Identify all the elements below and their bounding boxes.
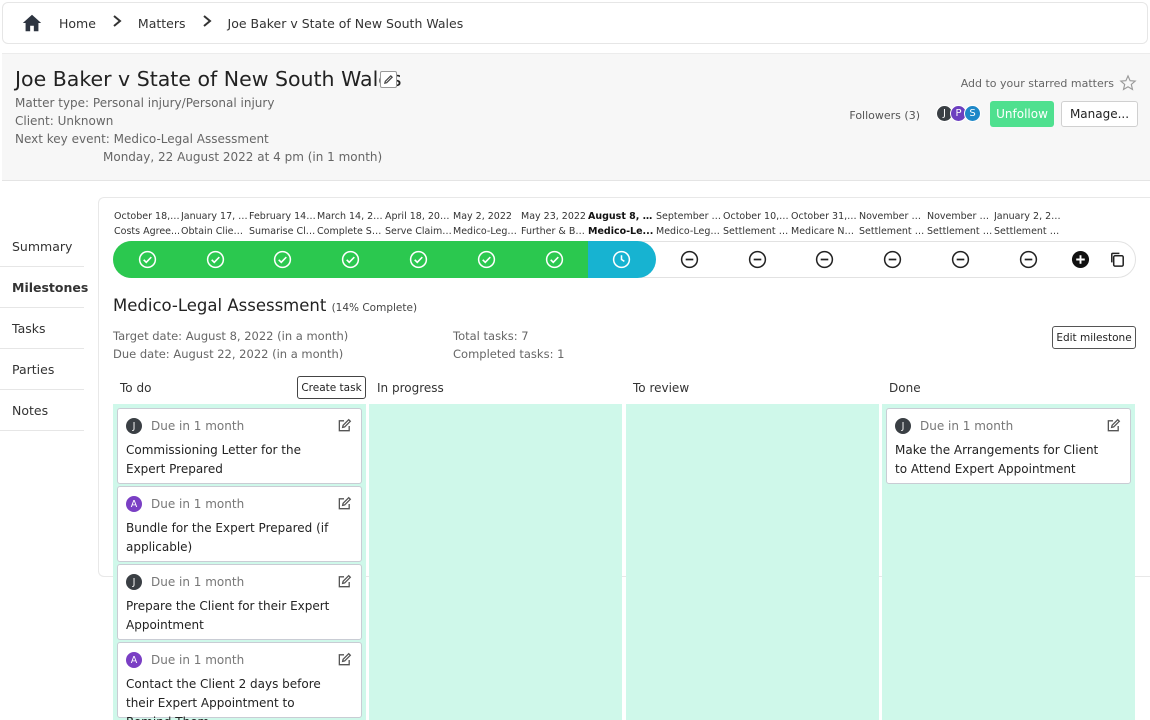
chevron-right-icon [202,15,212,31]
breadcrumb-current: Joe Baker v State of New South Wales [227,15,464,31]
due-label: Due in 1 month [920,419,1014,433]
milestone-label[interactable]: May 23, 2022 Further & Be... [521,210,588,239]
edit-icon[interactable] [337,652,352,667]
column-done-header: Done [889,381,921,395]
milestone-title: Medico-Legal Assessment (14% Complete) [113,296,418,315]
check-circle-icon[interactable] [273,250,292,269]
edit-title-icon[interactable] [380,71,397,88]
minus-circle-icon[interactable] [951,250,970,269]
column-to-review [626,404,879,720]
minus-circle-icon[interactable] [748,250,767,269]
avatar: J [126,418,142,434]
task-title: Commissioning Letter for the Expert Prep… [126,443,301,476]
matter-client: Client: Unknown [15,114,114,128]
matter-type: Matter type: Personal injury/Personal in… [15,96,275,110]
nav-milestones[interactable]: Milestones [0,267,88,308]
next-key-event-date: Monday, 22 August 2022 at 4 pm (in 1 mon… [103,150,383,164]
avatar: J [126,574,142,590]
unfollow-button[interactable]: Unfollow [990,101,1054,127]
avatar: S [964,105,981,122]
milestone-label[interactable]: October 31, ... Medicare No... [791,210,858,239]
milestone-percent: (14% Complete) [331,302,418,314]
column-in-progress-header: In progress [377,381,444,395]
check-circle-icon[interactable] [206,250,225,269]
due-label: Due in 1 month [151,653,245,667]
completed-tasks: Completed tasks: 1 [453,347,565,361]
side-nav: Summary Milestones Tasks Parties Notes [0,226,88,431]
milestone-label[interactable]: January 2, 20... Settlement F... [994,210,1061,239]
clock-icon[interactable] [612,250,631,269]
milestone-label[interactable]: March 14, 20... Complete St... [317,210,384,239]
breadcrumb-matters[interactable]: Matters [138,16,186,31]
avatar: J [895,418,911,434]
check-circle-icon[interactable] [545,250,564,269]
chevron-right-icon [112,15,122,31]
check-circle-icon[interactable] [477,250,496,269]
star-matter-label[interactable]: Add to your starred matters [961,77,1114,90]
minus-circle-icon[interactable] [1019,250,1038,269]
milestone-labels: October 18, ... Costs Agree... January 17… [114,210,1074,240]
task-card[interactable]: A Due in 1 month Contact the Client 2 day… [117,642,362,720]
due-date: Due date: August 22, 2022 (in a month) [113,347,344,361]
column-todo-header: To do [120,381,152,395]
column-in-progress [369,404,622,720]
task-title: Prepare the Client for their Expert Appo… [126,599,330,632]
task-card[interactable]: J Due in 1 month Prepare the Client for t… [117,564,362,640]
create-task-button[interactable]: Create task [297,376,366,399]
due-label: Due in 1 month [151,575,245,589]
add-milestone-icon[interactable] [1071,250,1090,269]
edit-milestone-button[interactable]: Edit milestone [1052,326,1136,349]
edit-icon[interactable] [337,496,352,511]
task-title: Contact the Client 2 days before their E… [126,677,321,720]
milestone-label[interactable]: October 10, ... Settlement C... [723,210,790,239]
copy-icon[interactable] [1108,250,1127,269]
milestone-label[interactable]: February 14, ... Sumarise Clie... [249,210,316,239]
nav-notes[interactable]: Notes [0,390,84,431]
manage-button[interactable]: Manage... [1061,101,1138,127]
avatar: A [126,652,142,668]
task-title: Make the Arrangements for Client to Atte… [895,443,1099,476]
due-label: Due in 1 month [151,497,245,511]
check-circle-icon[interactable] [138,250,157,269]
milestone-label[interactable]: April 18, 2022 Serve Claim ... [385,210,452,239]
task-card[interactable]: J Due in 1 month Commissioning Letter for… [117,408,362,484]
matter-header: Joe Baker v State of New South Wales Mat… [2,53,1150,181]
edit-icon[interactable] [1106,418,1121,433]
check-circle-icon[interactable] [409,250,428,269]
milestone-label[interactable]: May 2, 2022 Medico-Lega... [453,210,520,239]
task-card[interactable]: A Due in 1 month Bundle for the Expert Pr… [117,486,362,562]
minus-circle-icon[interactable] [680,250,699,269]
task-title: Bundle for the Expert Prepared (if appli… [126,521,329,554]
total-tasks: Total tasks: 7 [453,329,529,343]
due-label: Due in 1 month [151,419,245,433]
target-date: Target date: August 8, 2022 (in a month) [113,329,349,343]
nav-summary[interactable]: Summary [0,226,84,267]
column-to-review-header: To review [633,381,690,395]
next-key-event: Next key event: Medico-Legal Assessment [15,132,269,146]
edit-icon[interactable] [337,418,352,433]
minus-circle-icon[interactable] [815,250,834,269]
home-icon[interactable] [21,12,43,34]
breadcrumb-home[interactable]: Home [59,16,96,31]
milestone-label[interactable]: November 2... Settlement C... [859,210,926,239]
milestone-label-current[interactable]: August 8, 2... Medico-Le... [588,210,655,239]
nav-tasks[interactable]: Tasks [0,308,84,349]
milestone-label[interactable]: January 17, 2... Obtain Client ... [181,210,248,239]
milestone-label[interactable]: October 18, ... Costs Agree... [114,210,181,239]
breadcrumb: Home Matters Joe Baker v State of New So… [2,2,1148,44]
minus-circle-icon[interactable] [883,250,902,269]
star-icon[interactable] [1119,74,1137,92]
followers-avatars: J P S [936,105,981,122]
followers-label: Followers (3) [849,109,920,122]
check-circle-icon[interactable] [341,250,360,269]
nav-parties[interactable]: Parties [0,349,84,390]
avatar: A [126,496,142,512]
task-card[interactable]: J Due in 1 month Make the Arrangements fo… [886,408,1131,484]
milestone-label[interactable]: September 5... Medico-Lega... [656,210,723,239]
edit-icon[interactable] [337,574,352,589]
milestone-label[interactable]: November 3... Settlement P... [927,210,994,239]
page-title: Joe Baker v State of New South Wales [15,67,402,91]
